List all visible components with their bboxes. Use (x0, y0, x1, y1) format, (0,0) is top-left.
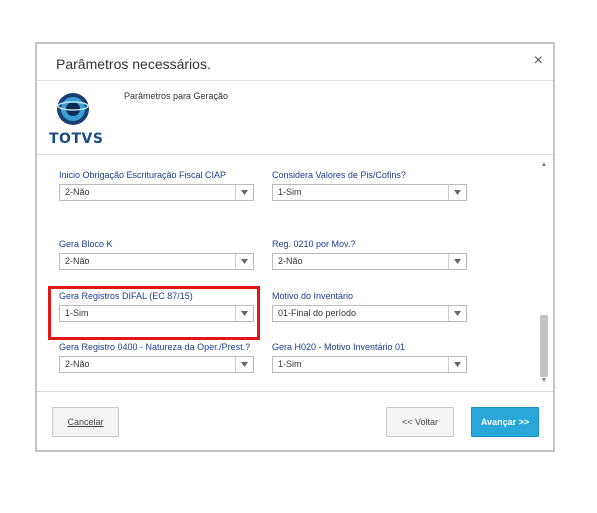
select-value: 2-Não (65, 256, 90, 266)
select-value: 1-Sim (278, 187, 302, 197)
back-button[interactable]: << Voltar (386, 407, 454, 437)
scroll-down-icon[interactable]: ▼ (538, 375, 550, 387)
chevron-down-icon (448, 306, 466, 321)
difal-select[interactable]: 1-Sim (59, 305, 254, 322)
chevron-down-icon (235, 185, 253, 200)
scroll-up-icon[interactable]: ▲ (538, 159, 550, 171)
logo-text: TOTVS (49, 131, 104, 147)
field-label: Gera Bloco K (59, 239, 113, 249)
select-value: 1-Sim (65, 308, 89, 318)
close-icon[interactable]: × (534, 53, 543, 69)
select-value: 1-Sim (278, 359, 302, 369)
field-reg-0210: Reg. 0210 por Mov.? 2-Não (272, 239, 467, 270)
next-button[interactable]: Avançar >> (471, 407, 539, 437)
field-motivo-inventario: Motivo do Inventário 01-Final do período (272, 291, 467, 322)
logo-area: TOTVS Parâmetros para Geração (37, 80, 553, 155)
dialog-header: Parâmetros necessários. × (37, 44, 553, 81)
chevron-down-icon (235, 306, 253, 321)
field-label: Gera Registro 0400 - Natureza da Oper./P… (59, 342, 251, 352)
chevron-down-icon (448, 357, 466, 372)
field-reg-0400: Gera Registro 0400 - Natureza da Oper./P… (59, 342, 254, 373)
pis-cofins-select[interactable]: 1-Sim (272, 184, 467, 201)
form-area: Inicio Obrigação Escrituração Fiscal CIA… (37, 155, 553, 392)
field-label: Considera Valores de Pis/Cofins? (272, 170, 406, 180)
select-value: 2-Não (278, 256, 303, 266)
motivo-inventario-select[interactable]: 01-Final do período (272, 305, 467, 322)
field-label: Motivo do Inventário (272, 291, 354, 301)
ciap-select[interactable]: 2-Não (59, 184, 254, 201)
scrollbar[interactable]: ▲ ▼ (538, 155, 550, 391)
chevron-down-icon (235, 357, 253, 372)
field-pis-cofins: Considera Valores de Pis/Cofins? 1-Sim (272, 170, 467, 201)
parameters-dialog: Parâmetros necessários. × TOTVS Parâmetr… (35, 42, 555, 452)
chevron-down-icon (448, 185, 466, 200)
field-label: Reg. 0210 por Mov.? (272, 239, 356, 249)
select-value: 2-Não (65, 187, 90, 197)
totvs-logo-icon (57, 93, 89, 125)
field-bloco-k: Gera Bloco K 2-Não (59, 239, 254, 270)
reg-0400-select[interactable]: 2-Não (59, 356, 254, 373)
reg-0210-select[interactable]: 2-Não (272, 253, 467, 270)
field-h020: Gera H020 - Motivo Inventário 01 1-Sim (272, 342, 467, 373)
dialog-title: Parâmetros necessários. (56, 56, 211, 72)
scroll-thumb[interactable] (540, 315, 548, 377)
field-label: Gera Registros DIFAL (EC 87/15) (59, 291, 193, 301)
chevron-down-icon (448, 254, 466, 269)
field-ciap: Inicio Obrigação Escrituração Fiscal CIA… (59, 170, 254, 201)
cancel-button[interactable]: Cancelar (52, 407, 119, 437)
dialog-subtitle: Parâmetros para Geração (124, 91, 229, 101)
field-difal: Gera Registros DIFAL (EC 87/15) 1-Sim (59, 291, 254, 322)
chevron-down-icon (235, 254, 253, 269)
select-value: 2-Não (65, 359, 90, 369)
bloco-k-select[interactable]: 2-Não (59, 253, 254, 270)
field-label: Gera H020 - Motivo Inventário 01 (272, 342, 406, 352)
select-value: 01-Final do período (278, 308, 357, 318)
h020-select[interactable]: 1-Sim (272, 356, 467, 373)
field-label: Inicio Obrigação Escrituração Fiscal CIA… (59, 170, 227, 180)
